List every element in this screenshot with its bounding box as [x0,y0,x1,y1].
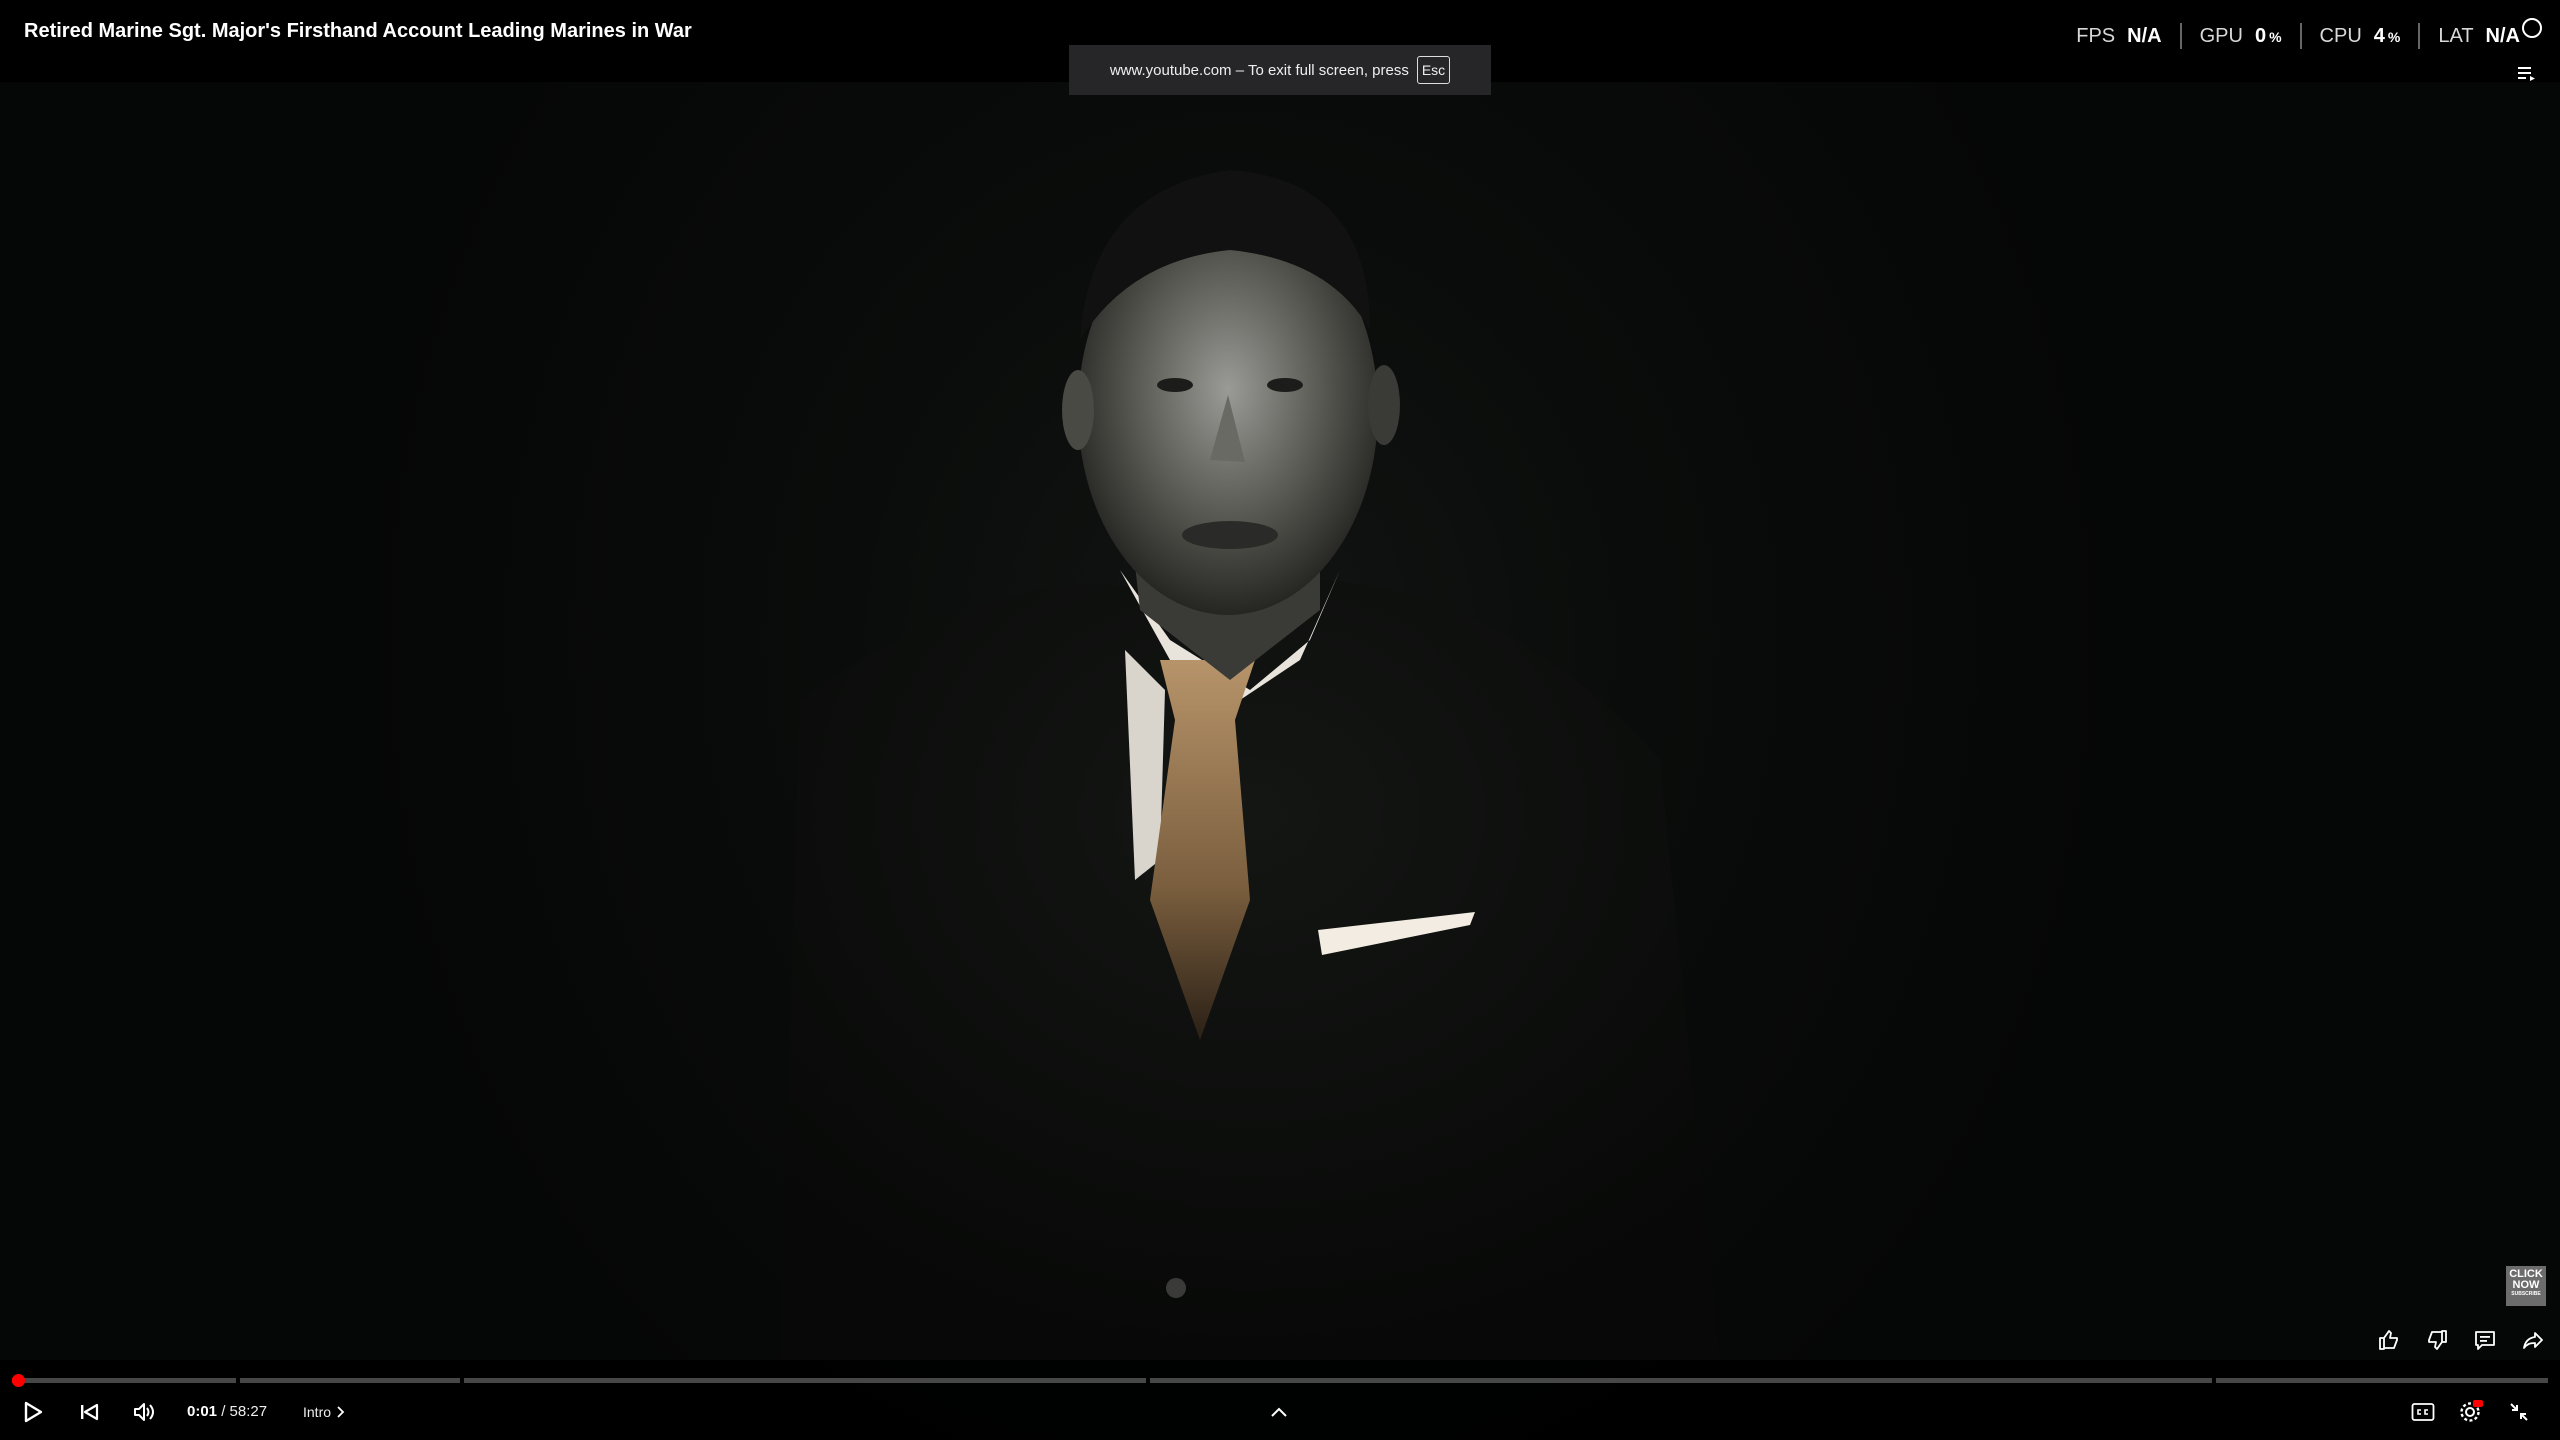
watermark-line-2: NOW [2512,1279,2540,1291]
previous-icon [81,1403,99,1421]
cpu-label: CPU [2319,25,2362,47]
video-title[interactable]: Retired Marine Sgt. Major's Firsthand Ac… [24,20,692,43]
cpu-stat: CPU 4 % [2299,23,2419,49]
volume-icon [134,1403,154,1421]
gpu-stat: GPU 0 % [2179,23,2300,49]
share-icon [2523,1332,2543,1349]
chapter-title: Intro [303,1404,332,1420]
play-button[interactable] [16,1392,50,1432]
play-icon [24,1401,43,1423]
comment-icon [2475,1331,2495,1350]
gpu-value: 0 [2254,25,2267,47]
progress-bar[interactable] [12,1374,2548,1387]
captions-button[interactable] [2406,1392,2440,1432]
chapter-segment[interactable] [2216,1378,2548,1383]
cpu-unit: % [2387,29,2401,45]
toast-message: www.youtube.com – To exit full screen, p… [1109,61,1409,79]
chapter-segment[interactable] [12,1378,236,1383]
chapter-button[interactable]: Intro [303,1392,345,1432]
lat-stat: LAT N/A [2418,23,2538,49]
fps-stat: FPS N/A [2058,23,2179,49]
duration: 58:27 [229,1403,268,1420]
settings-icon [2460,1400,2483,1422]
current-time: 0:01 [187,1403,218,1420]
fps-label: FPS [2076,25,2116,47]
chapter-segment[interactable] [1150,1378,2212,1383]
esc-key-badge: Esc [1416,56,1451,84]
watermark-line-3: SUBSCRIBE [2511,1291,2541,1297]
engagement-actions [2372,1325,2550,1355]
subscribe-watermark[interactable]: CLICK NOW SUBSCRIBE [2506,1266,2546,1306]
progress-scrubber[interactable] [12,1374,25,1387]
exit-fullscreen-icon [2510,1403,2528,1421]
share-button[interactable] [2516,1325,2550,1355]
previous-button[interactable] [72,1392,106,1432]
lat-value: N/A [2485,25,2520,47]
gpu-unit: % [2269,29,2282,45]
more-videos-button[interactable] [1262,1392,1296,1432]
lat-label: LAT [2438,25,2474,47]
fullscreen-exit-toast: www.youtube.com – To exit full screen, p… [1069,45,1491,95]
thumbs-down-icon [2428,1330,2447,1350]
gpu-label: GPU [2199,25,2243,47]
settings-button[interactable] [2454,1392,2488,1432]
like-button[interactable] [2372,1325,2406,1355]
video-player[interactable]: Retired Marine Sgt. Major's Firsthand Ac… [0,0,2560,1440]
dislike-button[interactable] [2420,1325,2454,1355]
player-controls: 0:01 / 58:27 Intro [0,1392,2560,1432]
chapter-segment[interactable] [240,1378,460,1383]
video-still-image [780,170,1720,1360]
time-separator: / [217,1403,230,1420]
captions-icon [2411,1403,2435,1421]
chevron-up-icon [1271,1407,1287,1417]
chapter-segment[interactable] [464,1378,1146,1383]
cpu-value: 4 [2373,25,2385,47]
chevron-right-icon [337,1406,345,1418]
thumbs-up-icon [2379,1330,2398,1350]
time-display: 0:01 / 58:27 [187,1392,267,1432]
exit-fullscreen-button[interactable] [2502,1392,2536,1432]
video-frame[interactable] [0,0,2560,1440]
comments-button[interactable] [2468,1325,2502,1355]
info-icon[interactable] [2522,18,2542,38]
playlist-icon[interactable] [2518,66,2538,82]
fps-value: N/A [2127,25,2162,47]
performance-overlay: FPS N/A GPU 0 % CPU 4 % LAT N/A [2058,22,2538,50]
volume-button[interactable] [128,1392,162,1432]
